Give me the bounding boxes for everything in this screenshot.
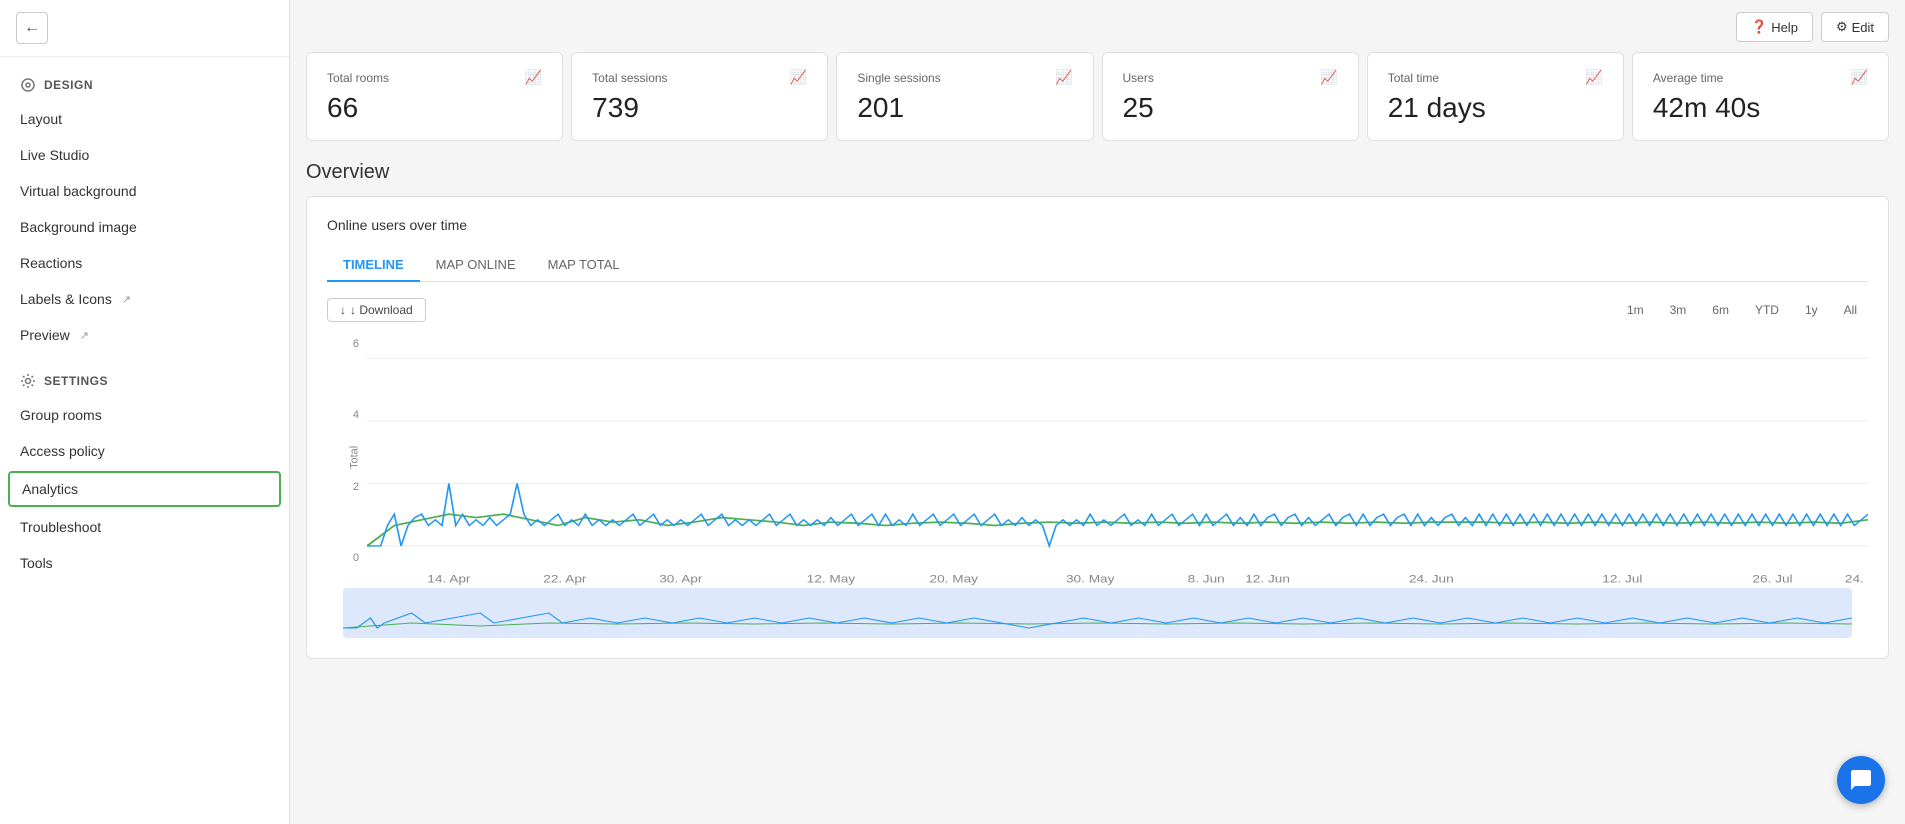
external-link-icon: ↗ (80, 329, 89, 342)
y-tick-0: 0 (327, 552, 359, 564)
minimap-svg (343, 588, 1852, 638)
y-tick-2: 2 (327, 481, 359, 493)
chart-icon: 📈 (1320, 69, 1337, 86)
edit-button[interactable]: ⚙ Edit (1821, 12, 1889, 42)
filter-1y[interactable]: 1y (1794, 299, 1829, 321)
tab-map-total[interactable]: MAP TOTAL (532, 249, 636, 282)
stat-card-total-rooms-value: 66 (327, 92, 542, 124)
sidebar-item-reactions[interactable]: Reactions (0, 245, 289, 281)
chart-icon: 📈 (790, 69, 807, 86)
svg-text:24.: 24. (1845, 572, 1864, 585)
stat-card-total-rooms-header: Total rooms 📈 (327, 69, 542, 86)
stat-card-users-header: Users 📈 (1123, 69, 1338, 86)
svg-text:24. Jun: 24. Jun (1409, 572, 1454, 585)
chart-svg-container: Total 14. Apr 22. Apr 30. Apr 12. May (367, 338, 1868, 588)
stat-card-average-time: Average time 📈 42m 40s (1632, 52, 1889, 141)
sidebar-item-background-image[interactable]: Background image (0, 209, 289, 245)
stat-card-users: Users 📈 25 (1102, 52, 1359, 141)
back-button[interactable]: ← (16, 12, 48, 44)
chart-card: Online users over time TIMELINE MAP ONLI… (306, 196, 1889, 659)
chart-tabs: TIMELINE MAP ONLINE MAP TOTAL (327, 249, 1868, 282)
y-axis: 0 2 4 6 (327, 338, 367, 588)
y-axis-label: Total (349, 446, 361, 469)
design-section-title: DESIGN (0, 57, 289, 101)
stat-card-total-sessions: Total sessions 📈 739 (571, 52, 828, 141)
svg-text:20. May: 20. May (929, 572, 978, 585)
sidebar-item-analytics[interactable]: Analytics (8, 471, 281, 507)
sidebar-item-group-rooms[interactable]: Group rooms (0, 397, 289, 433)
svg-text:22. Apr: 22. Apr (543, 572, 586, 585)
stat-card-average-time-value: 42m 40s (1653, 92, 1868, 124)
stat-card-average-time-header: Average time 📈 (1653, 69, 1868, 86)
tab-timeline[interactable]: TIMELINE (327, 249, 420, 282)
filter-6m[interactable]: 6m (1701, 299, 1740, 321)
stats-row: Total rooms 📈 66 Total sessions 📈 739 Si… (290, 0, 1905, 145)
stat-card-total-time: Total time 📈 21 days (1367, 52, 1624, 141)
main-content: ❓ Help ⚙ Edit Total rooms 📈 66 Total ses… (290, 0, 1905, 824)
topbar: ❓ Help ⚙ Edit (1720, 0, 1905, 54)
stat-card-total-rooms: Total rooms 📈 66 (306, 52, 563, 141)
stat-card-users-value: 25 (1123, 92, 1338, 124)
filter-ytd[interactable]: YTD (1744, 299, 1790, 321)
chart-area: 0 2 4 6 Total (327, 338, 1868, 588)
stat-card-total-sessions-header: Total sessions 📈 (592, 69, 807, 86)
sidebar-item-layout[interactable]: Layout (0, 101, 289, 137)
y-tick-4: 4 (327, 409, 359, 421)
svg-text:26. Jul: 26. Jul (1752, 572, 1792, 585)
sidebar-item-preview[interactable]: Preview ↗ (0, 317, 289, 353)
chart-icon: 📈 (1055, 69, 1072, 86)
y-tick-6: 6 (327, 338, 359, 350)
svg-text:30. May: 30. May (1066, 572, 1115, 585)
sidebar-item-live-studio[interactable]: Live Studio (0, 137, 289, 173)
overview-title: Overview (306, 161, 1889, 184)
stat-card-total-time-header: Total time 📈 (1388, 69, 1603, 86)
chart-controls: ↓ ↓ Download 1m 3m 6m YTD 1y All (327, 298, 1868, 322)
filter-3m[interactable]: 3m (1659, 299, 1698, 321)
settings-section-title: SETTINGS (0, 353, 289, 397)
chart-icon: 📈 (525, 69, 542, 86)
stat-card-total-time-value: 21 days (1388, 92, 1603, 124)
chart-minimap[interactable] (343, 588, 1852, 638)
help-icon: ❓ (1751, 19, 1767, 35)
svg-text:12. May: 12. May (807, 572, 856, 585)
chart-icon: 📈 (1851, 69, 1868, 86)
svg-text:8. Jun: 8. Jun (1188, 572, 1225, 585)
svg-text:14. Apr: 14. Apr (427, 572, 470, 585)
chat-bubble[interactable] (1837, 756, 1885, 804)
time-filters: 1m 3m 6m YTD 1y All (1616, 299, 1868, 321)
svg-text:12. Jul: 12. Jul (1602, 572, 1642, 585)
sidebar-item-tools[interactable]: Tools (0, 545, 289, 581)
stat-card-single-sessions: Single sessions 📈 201 (836, 52, 1093, 141)
svg-text:30. Apr: 30. Apr (659, 572, 702, 585)
overview-section: Overview (290, 145, 1905, 196)
chart-svg: 14. Apr 22. Apr 30. Apr 12. May 20. May … (367, 338, 1868, 588)
svg-text:12. Jun: 12. Jun (1245, 572, 1290, 585)
download-button[interactable]: ↓ ↓ Download (327, 298, 426, 322)
sidebar-item-troubleshoot[interactable]: Troubleshoot (0, 509, 289, 545)
stat-card-single-sessions-value: 201 (857, 92, 1072, 124)
sidebar-item-access-policy[interactable]: Access policy (0, 433, 289, 469)
chart-icon: 📈 (1585, 69, 1602, 86)
filter-all[interactable]: All (1833, 299, 1868, 321)
sidebar-back-section: ← (0, 0, 289, 57)
download-icon: ↓ (340, 303, 346, 317)
gear-icon: ⚙ (1836, 19, 1848, 35)
stat-card-single-sessions-header: Single sessions 📈 (857, 69, 1072, 86)
chat-icon (1849, 768, 1873, 792)
help-button[interactable]: ❓ Help (1736, 12, 1813, 42)
sidebar: ← DESIGN Layout Live Studio Virtual back… (0, 0, 290, 824)
sidebar-item-virtual-background[interactable]: Virtual background (0, 173, 289, 209)
external-link-icon: ↗ (122, 293, 131, 306)
tab-map-online[interactable]: MAP ONLINE (420, 249, 532, 282)
sidebar-item-labels-icons[interactable]: Labels & Icons ↗ (0, 281, 289, 317)
stat-card-total-sessions-value: 739 (592, 92, 807, 124)
chart-title: Online users over time (327, 217, 1868, 233)
filter-1m[interactable]: 1m (1616, 299, 1655, 321)
